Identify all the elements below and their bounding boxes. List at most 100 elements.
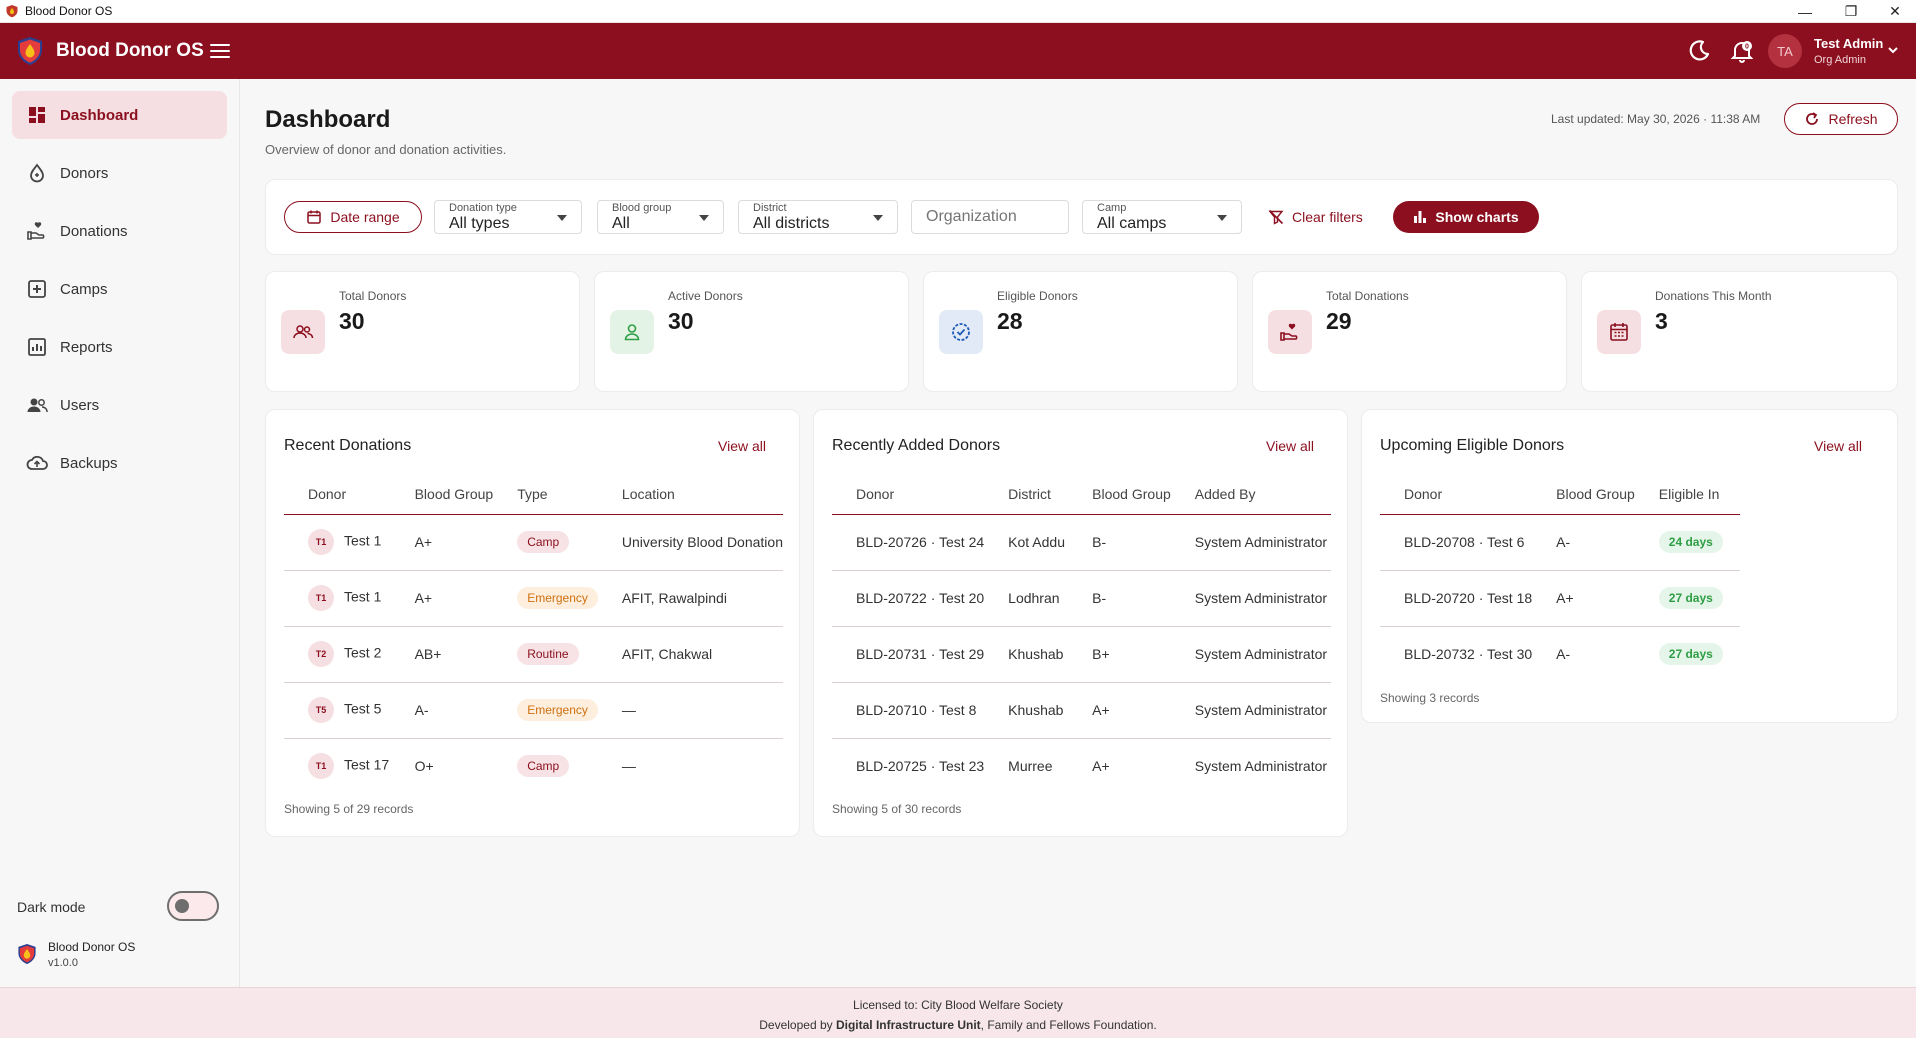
- license-text: Licensed to: City Blood Welfare Society: [853, 998, 1063, 1012]
- sidebar-item-reports[interactable]: Reports: [12, 323, 227, 371]
- table-row[interactable]: T5 Test 5 A- Emergency —: [284, 682, 783, 739]
- eligible-badge: 27 days: [1658, 643, 1723, 666]
- eligible-badge: 24 days: [1658, 531, 1723, 553]
- added-by-cell: System Administrator: [1170, 514, 1331, 571]
- blood-group-cell: A+: [1068, 682, 1171, 739]
- sidebar-item-label: Reports: [60, 338, 113, 356]
- table-row[interactable]: BLD-20708 · Test 6 A- 24 days: [1380, 514, 1740, 571]
- hamburger-menu-icon[interactable]: [208, 39, 232, 63]
- blood-group-select[interactable]: Blood group All: [597, 200, 724, 234]
- dark-mode-toggle[interactable]: [167, 891, 219, 921]
- table-row[interactable]: BLD-20722 · Test 20 Lodhran B- System Ad…: [832, 570, 1331, 627]
- refresh-button[interactable]: Refresh: [1784, 103, 1898, 135]
- table-row[interactable]: T2 Test 2 AB+ Routine AFIT, Chakwal: [284, 626, 783, 683]
- donation-type-select[interactable]: Donation type All types: [434, 200, 582, 234]
- donor-avatar: T1: [308, 753, 334, 780]
- sidebar-item-label: Camps: [60, 280, 108, 298]
- table-row[interactable]: BLD-20710 · Test 8 Khushab A+ System Adm…: [832, 682, 1331, 739]
- select-value: All camps: [1097, 215, 1167, 232]
- app-version: v1.0.0: [48, 957, 78, 969]
- select-label: Camp: [1097, 202, 1127, 214]
- table-row[interactable]: T1 Test 1 A+ Camp University Blood Donati…: [284, 514, 783, 571]
- table-row[interactable]: BLD-20720 · Test 18 A+ 27 days: [1380, 570, 1740, 627]
- district-select[interactable]: District All districts: [738, 200, 898, 234]
- panel-title: Upcoming Eligible Donors: [1380, 437, 1565, 454]
- column-header: District: [984, 474, 1069, 515]
- user-avatar[interactable]: TA: [1768, 34, 1802, 68]
- date-range-button[interactable]: Date range: [284, 201, 422, 233]
- donor-avatar: T1: [308, 585, 334, 611]
- donor-cell: T1 Test 17: [284, 738, 391, 794]
- bar-chart-icon: [1414, 211, 1427, 223]
- restore-button[interactable]: ❐: [1828, 0, 1874, 23]
- blood-group-cell: A+: [390, 570, 494, 627]
- sidebar-item-donations[interactable]: Donations: [12, 207, 227, 255]
- donor-cell: BLD-20725 · Test 23: [856, 758, 985, 775]
- filter-off-icon: [1268, 209, 1284, 225]
- sidebar-item-dashboard[interactable]: Dashboard: [12, 91, 227, 139]
- view-all-donations-link[interactable]: View all: [718, 438, 766, 454]
- table-row[interactable]: T1 Test 1 A+ Emergency AFIT, Rawalpindi: [284, 570, 783, 627]
- column-header: Blood Group: [1068, 474, 1171, 515]
- clear-filters-button[interactable]: Clear filters: [1268, 203, 1363, 231]
- sidebar-item-users[interactable]: Users: [12, 381, 227, 429]
- donor-cell: BLD-20722 · Test 20: [832, 570, 985, 627]
- sidebar-item-camps[interactable]: Camps: [12, 265, 227, 313]
- panel-title: Recently Added Donors: [832, 437, 1001, 454]
- dark-mode-label: Dark mode: [17, 899, 86, 915]
- organization-input[interactable]: [911, 200, 1069, 234]
- view-all-donors-link[interactable]: View all: [1266, 438, 1314, 454]
- stat-label: Eligible Donors: [997, 289, 1078, 303]
- type-badge: Emergency: [517, 587, 598, 609]
- user-name[interactable]: Test Admin: [1814, 36, 1883, 51]
- stat-value: 29: [1326, 308, 1352, 334]
- eligible-badge: 27 days: [1658, 587, 1723, 609]
- type-badge: Camp: [517, 755, 570, 778]
- select-value: All: [612, 215, 630, 232]
- district-cell: Khushab: [984, 626, 1069, 683]
- plus-box-icon: [28, 280, 46, 298]
- district-cell: Lodhran: [984, 570, 1069, 627]
- eligible-in-cell: 27 days: [1634, 570, 1740, 627]
- table-row[interactable]: T1 Test 17 O+ Camp —: [284, 738, 783, 794]
- chevron-down-icon[interactable]: [1886, 43, 1900, 57]
- stat-icon-box: [610, 310, 654, 354]
- caret-down-icon: [1217, 215, 1227, 221]
- table-row[interactable]: BLD-20725 · Test 23 Murree A+ System Adm…: [832, 738, 1331, 794]
- table-header-row: Donor Blood Group Eligible In: [1380, 474, 1740, 515]
- notifications-bell-icon[interactable]: 0: [1729, 38, 1755, 64]
- clear-filters-label: Clear filters: [1292, 209, 1363, 225]
- donor-name: Test 5: [344, 700, 382, 717]
- refresh-label: Refresh: [1828, 111, 1878, 127]
- dev-prefix: Developed by: [759, 1018, 836, 1032]
- sidebar-item-backups[interactable]: Backups: [12, 439, 227, 487]
- select-value: All types: [449, 215, 510, 232]
- dev-org: Digital Infrastructure Unit: [835, 1018, 981, 1032]
- close-window-button[interactable]: ✕: [1872, 0, 1916, 23]
- stat-card-total-donors: Total Donors 30: [265, 271, 580, 392]
- table-row[interactable]: BLD-20726 · Test 24 Kot Addu B- System A…: [832, 514, 1331, 571]
- records-count: Showing 5 of 30 records: [832, 802, 962, 816]
- table-row[interactable]: BLD-20732 · Test 30 A- 27 days: [1380, 626, 1740, 682]
- table-row[interactable]: BLD-20731 · Test 29 Khushab B+ System Ad…: [832, 626, 1331, 683]
- sidebar-item-label: Donors: [60, 164, 109, 182]
- table-header-row: Donor District Blood Group Added By: [832, 474, 1331, 515]
- type-cell: Camp: [493, 738, 598, 794]
- moon-icon[interactable]: [1686, 38, 1712, 64]
- column-header: Blood Group: [390, 474, 494, 515]
- records-count: Showing 3 records: [1380, 691, 1480, 705]
- sidebar-item-label: Backups: [60, 454, 118, 472]
- users-icon: [293, 325, 314, 339]
- stat-value: 30: [668, 308, 694, 334]
- dashboard-icon: [29, 107, 45, 123]
- district-cell: Kot Addu: [984, 514, 1069, 571]
- donor-cell: BLD-20732 · Test 30: [1404, 646, 1533, 663]
- donor-cell: T5 Test 5: [284, 682, 391, 739]
- view-all-eligible-link[interactable]: View all: [1814, 438, 1862, 454]
- upcoming-eligible-panel: Upcoming Eligible Donors View all Donor …: [1361, 409, 1898, 723]
- camp-select[interactable]: Camp All camps: [1082, 200, 1242, 234]
- show-charts-button[interactable]: Show charts: [1393, 201, 1539, 233]
- minimize-button[interactable]: —: [1782, 0, 1828, 23]
- stat-label: Active Donors: [668, 289, 743, 303]
- sidebar-item-donors[interactable]: Donors: [12, 149, 227, 197]
